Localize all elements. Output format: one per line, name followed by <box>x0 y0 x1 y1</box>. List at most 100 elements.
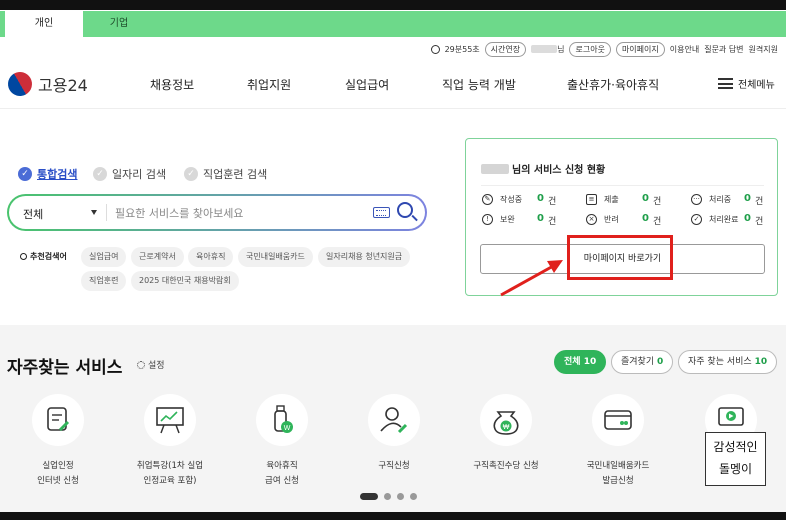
search-box: 전체 <box>7 194 427 231</box>
svg-text:₩: ₩ <box>503 424 510 431</box>
keyword-chip[interactable]: 실업급여 <box>81 247 127 267</box>
faq-link[interactable]: 질문과 답변 <box>704 44 743 55</box>
service-label: 구직신청 <box>378 461 410 471</box>
service-icon-circle <box>368 394 420 446</box>
recommend-label: 추천검색어 <box>20 251 67 262</box>
service-employment-lecture[interactable]: 취업특강(1차 실업 인정교육 포함) <box>120 394 220 489</box>
services-title: 자주찾는 서비스 <box>7 358 123 378</box>
status-unit: 건 <box>755 217 764 227</box>
tab-personal[interactable]: 개인 <box>5 11 83 37</box>
status-unit: 건 <box>548 197 557 207</box>
blurred-username <box>531 45 558 53</box>
keyboard-icon[interactable] <box>373 207 390 218</box>
logout-button[interactable]: 로그아웃 <box>569 41 611 57</box>
keyword-chip[interactable]: 육아휴직 <box>188 247 234 267</box>
status-count: 0 <box>642 193 649 204</box>
service-icon-circle: W <box>256 394 308 446</box>
keyword-chip[interactable]: 일자리채용 청년지원금 <box>318 247 411 267</box>
red-arrow-icon <box>500 260 563 297</box>
status-unit: 건 <box>653 197 662 207</box>
gnb-unemployment-benefit[interactable]: 실업급여 <box>345 76 389 93</box>
search-icon <box>20 253 27 260</box>
service-icon-circle <box>592 394 644 446</box>
status-unit: 건 <box>755 197 764 207</box>
status-submitted[interactable]: ≡ 제출 <box>586 194 619 205</box>
all-menu-label: 전체메뉴 <box>738 80 775 91</box>
bottom-border <box>0 512 786 520</box>
panel-divider <box>481 185 764 186</box>
filter-all[interactable]: 전체 10 <box>554 350 607 374</box>
document-edit-icon <box>47 407 70 432</box>
presentation-board-icon <box>156 407 184 434</box>
dropdown-arrow-icon[interactable] <box>91 210 97 215</box>
search-category-select[interactable]: 전체 <box>23 206 43 222</box>
search-input[interactable] <box>115 203 365 223</box>
keyword-chip[interactable]: 국민내일배움카드 <box>238 247 313 267</box>
hamburger-icon <box>718 78 733 89</box>
keyword-chip[interactable]: 직업훈련 <box>81 271 127 291</box>
status-count: 0 <box>642 213 649 224</box>
user-type-tabs: 개인 기업 <box>0 11 786 37</box>
search-icon[interactable] <box>397 202 413 218</box>
site-logo[interactable]: 고용24 <box>3 67 88 101</box>
service-job-registration[interactable]: 구직신청 <box>344 394 444 474</box>
search-type-integrated[interactable]: ✓ 통합검색 <box>18 166 77 182</box>
search-box-inner: 전체 <box>9 196 425 229</box>
clock-icon <box>430 44 440 54</box>
search-separator <box>106 204 107 221</box>
carousel-dot[interactable] <box>410 493 417 500</box>
status-supplement[interactable]: ! 보완 <box>482 214 515 225</box>
gnb-recruit[interactable]: 채용정보 <box>150 76 194 93</box>
check-circle-icon: ✓ <box>691 214 702 225</box>
status-count: 0 <box>537 193 544 204</box>
status-count: 0 <box>744 193 751 204</box>
top-border <box>0 0 786 10</box>
pencil-icon: ✎ <box>482 194 493 205</box>
status-count: 0 <box>744 213 751 224</box>
document-icon: ≡ <box>586 194 597 205</box>
filter-frequent[interactable]: 자주 찾는 서비스 10 <box>678 350 778 374</box>
all-menu-button[interactable]: 전체메뉴 <box>718 76 775 91</box>
blurred-username <box>481 163 509 174</box>
highlight-box <box>567 235 673 280</box>
service-parental-leave-benefit[interactable]: W 육아휴직 급여 신청 <box>232 394 332 489</box>
status-unit: 건 <box>653 217 662 227</box>
service-job-promotion-allowance[interactable]: ₩ 구직촉진수당 신청 <box>456 394 556 474</box>
keyword-chip[interactable]: 2025 대한민국 채용박람회 <box>131 271 239 291</box>
session-timer: 29분55초 <box>444 44 480 54</box>
status-count: 0 <box>537 213 544 224</box>
service-icon-circle: ₩ <box>480 394 532 446</box>
mypage-button[interactable]: 마이페이지 <box>615 41 665 57</box>
status-processing[interactable]: ··· 처리중 <box>691 194 731 205</box>
taeguk-logo-icon <box>3 67 37 101</box>
carousel-dot-active[interactable] <box>360 493 378 500</box>
gnb-employment-support[interactable]: 취업지원 <box>247 76 291 93</box>
panel-title: 님의 서비스 신청 현황 <box>481 161 605 176</box>
status-unit: 건 <box>548 217 557 227</box>
gnb-job-training[interactable]: 직업 능력 개발 <box>442 76 516 93</box>
service-learning-card[interactable]: 국민내일배움카드 발급신청 <box>568 394 668 489</box>
tab-business[interactable]: 기업 <box>80 11 158 37</box>
guide-link[interactable]: 이용안내 <box>670 44 699 55</box>
gnb-parental-leave[interactable]: 출산휴가·육아휴직 <box>567 76 659 93</box>
search-type-training[interactable]: ✓ 직업훈련 검색 <box>184 166 267 182</box>
alert-icon: ! <box>482 214 493 225</box>
status-completed[interactable]: ✓ 처리완료 <box>691 214 738 225</box>
search-type-jobs[interactable]: ✓ 일자리 검색 <box>93 166 166 182</box>
remote-support-link[interactable]: 원격지원 <box>749 44 778 55</box>
status-writing[interactable]: ✎ 작성중 <box>482 194 522 205</box>
keyword-chip[interactable]: 근로계약서 <box>131 247 184 267</box>
user-name: 님 <box>531 44 564 55</box>
service-label: 육아휴직 급여 신청 <box>265 461 299 486</box>
extend-time-button[interactable]: 시간연장 <box>484 41 527 57</box>
services-setting-button[interactable]: 설정 <box>137 358 165 371</box>
filter-favorites[interactable]: 즐겨찾기 0 <box>611 350 674 374</box>
carousel-pagination <box>360 493 417 500</box>
watermark-label: 감성적인 돌멩이 <box>705 432 766 486</box>
status-rejected[interactable]: × 반려 <box>586 214 619 225</box>
service-label: 취업특강(1차 실업 인정교육 포함) <box>136 461 204 486</box>
carousel-dot[interactable] <box>397 493 404 500</box>
service-unemployment-certification[interactable]: 실업인정 인터넷 신청 <box>8 394 108 489</box>
carousel-dot[interactable] <box>384 493 391 500</box>
svg-text:W: W <box>284 425 291 432</box>
